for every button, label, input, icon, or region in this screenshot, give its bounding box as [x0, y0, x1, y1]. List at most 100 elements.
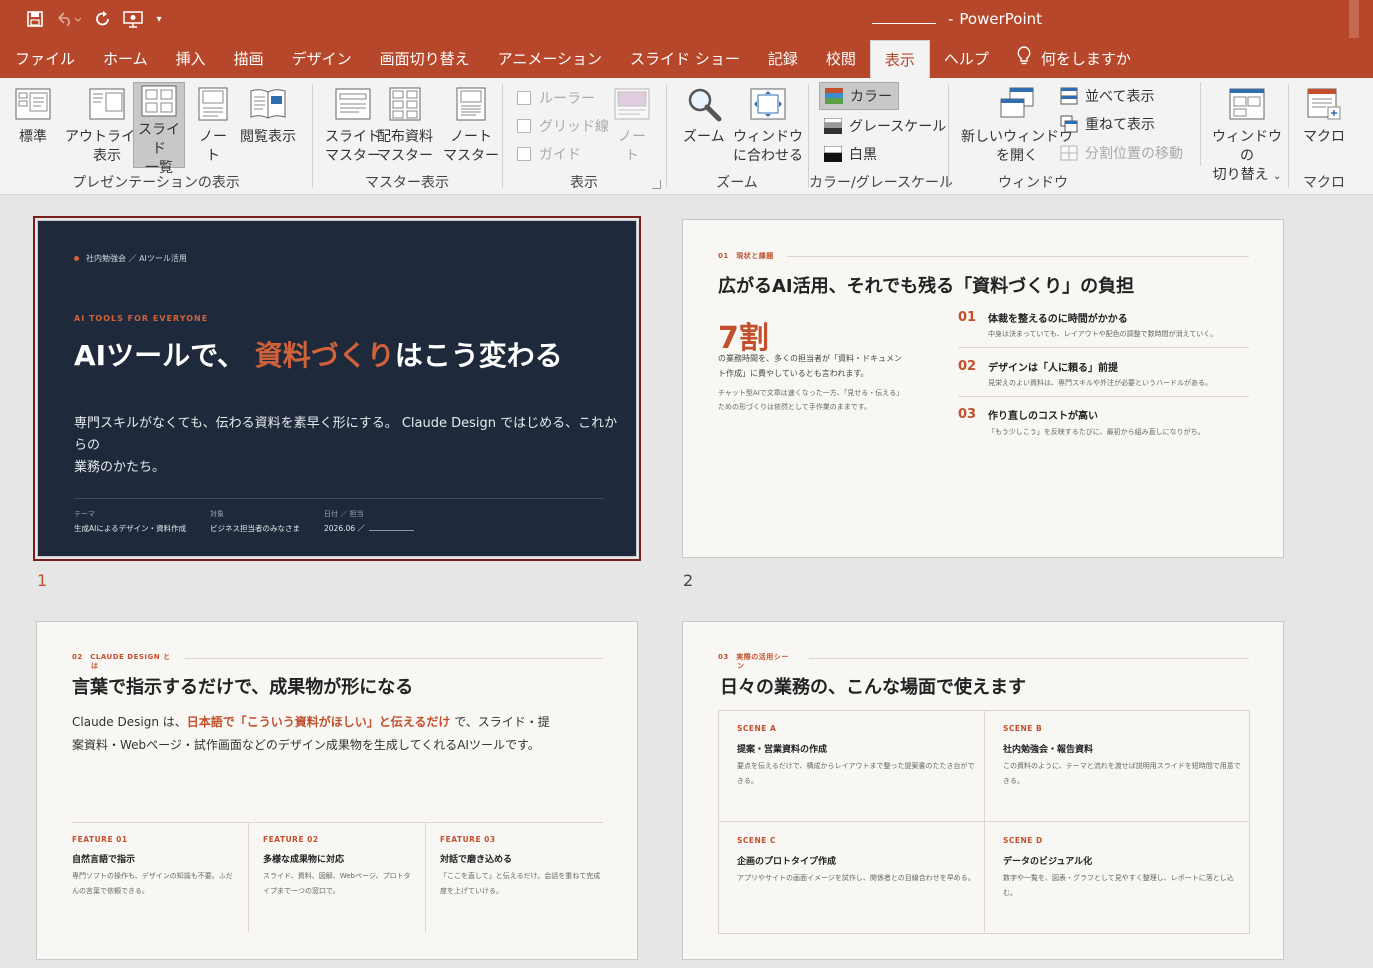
checkbox-box	[517, 119, 531, 133]
stat-sub-1: チャット型AIで文章は速くなった一方、「見せる・伝える」	[718, 389, 904, 397]
feature-desc: 「ここを直して」と伝えるだけ。会話を重ねて完成度を上げていける。	[440, 872, 601, 895]
ruler-checkbox[interactable]: ルーラー	[517, 86, 595, 110]
slide-kicker: 01 現状と課題	[718, 252, 774, 260]
notes-master-button[interactable]: ノート マスター	[441, 82, 501, 168]
scene-kicker: SCENE D	[1003, 836, 1043, 845]
slide-kicker: 02 CLAUDE DESIGN と は	[72, 653, 192, 671]
notes-pane-label-2: ト	[625, 148, 639, 164]
item-title: 作り直しのコストが高い	[988, 411, 1098, 422]
present-from-start-icon[interactable]	[118, 4, 148, 34]
divider	[718, 821, 1250, 822]
repeat-icon[interactable]	[88, 4, 118, 34]
group-zoom: ズーム ウィンドウ に合わせる ズーム	[667, 78, 807, 195]
notes-label-2: ト	[206, 148, 220, 164]
checkbox-box	[517, 91, 531, 105]
arrange-all-icon	[1059, 87, 1079, 105]
divider	[958, 347, 1249, 348]
fit-label-2: に合わせる	[733, 148, 803, 164]
arrange-all-label: 並べて表示	[1085, 89, 1155, 105]
feature-title: 多様な成果物に対応	[263, 855, 345, 865]
fit-to-window-button[interactable]: ウィンドウ に合わせる	[731, 82, 805, 168]
group-label-presentation-views: プレゼンテーションの表示	[72, 175, 240, 191]
kicker-text: 社内勉強会 ／ AIツール活用	[86, 254, 187, 263]
black-white-button[interactable]: 白黒	[823, 142, 877, 166]
tab-draw[interactable]: 描画	[220, 38, 278, 78]
undo-icon[interactable]	[50, 4, 88, 34]
slide-thumbnail-3[interactable]: 02 CLAUDE DESIGN と は 言葉で指示するだけで、成果物が形になる…	[36, 621, 638, 960]
notes-pane-button[interactable]: ノー ト	[611, 82, 653, 168]
ribbon-tabs: ファイル ホーム 挿入 描画 デザイン 画面切り替え アニメーション スライド …	[0, 38, 1373, 78]
group-macros: マクロ マクロ	[1289, 78, 1359, 195]
scene-kicker: SCENE C	[737, 836, 777, 845]
window-title: - PowerPoint	[872, 10, 1042, 28]
notes-page-button[interactable]: ノー ト	[192, 82, 234, 168]
meta-label-theme: テーマ	[74, 510, 95, 518]
save-icon[interactable]	[20, 4, 50, 34]
tab-help[interactable]: ヘルプ	[930, 38, 1003, 78]
tab-home[interactable]: ホーム	[89, 38, 162, 78]
sorter-label-1: スライド	[138, 122, 180, 157]
customize-qat-icon[interactable]: ▾	[148, 4, 170, 34]
divider	[72, 822, 603, 823]
item-desc: 中身は決まっていても、レイアウトや配色の調整で数時間が消えていく。	[988, 330, 1218, 338]
switch-windows-button[interactable]: ウィンドウの 切り替え ⌄	[1207, 82, 1287, 188]
column-divider	[425, 822, 426, 932]
reading-view-button[interactable]: 閲覧表示	[238, 82, 298, 149]
slide-thumbnail-1[interactable]: 社内勉強会 ／ AIツール活用 AI TOOLS FOR EVERYONE AI…	[37, 220, 637, 557]
window-control[interactable]	[1349, 0, 1359, 38]
normal-view-icon	[14, 84, 52, 124]
dialog-launcher-icon[interactable]	[652, 180, 661, 189]
ruler-label: ルーラー	[539, 91, 595, 107]
tab-insert[interactable]: 挿入	[162, 38, 220, 78]
guides-checkbox[interactable]: ガイド	[517, 142, 581, 166]
group-show: ルーラー グリッド線 ガイド ノー ト 表示	[503, 78, 665, 195]
arrange-all-button[interactable]: 並べて表示	[1059, 84, 1154, 108]
tab-animations[interactable]: アニメーション	[484, 38, 616, 78]
handout-master-label-1: 配布資料	[377, 129, 433, 145]
new-window-button[interactable]: 新しいウィンドウ を開く	[959, 82, 1075, 168]
move-split-button[interactable]: 分割位置の移動	[1059, 141, 1183, 165]
stat-text-2: ト作成」に費やしているとも言われます。	[718, 369, 869, 378]
kicker-rule	[809, 658, 1249, 659]
grayscale-button[interactable]: グレースケール	[823, 114, 946, 138]
slide-master-label-1: スライド	[325, 129, 381, 145]
tab-view[interactable]: 表示	[869, 40, 930, 78]
tell-me-search[interactable]: 何をしますか	[1003, 38, 1145, 78]
tab-transitions[interactable]: 画面切り替え	[366, 38, 484, 78]
title-post: はこう変わる	[394, 339, 563, 372]
tab-file[interactable]: ファイル	[0, 38, 89, 78]
macros-button[interactable]: マクロ	[1301, 82, 1347, 149]
scene-desc: 数字や一覧を、図表・グラフとして見やすく整理し、レポートに落とし込む。	[1003, 874, 1234, 897]
slide-thumbnail-2[interactable]: 01 現状と課題 広がるAI活用、それでも残る「資料づくり」の負担 7割 の業務…	[682, 219, 1284, 558]
divider	[74, 498, 604, 499]
signature-blank	[368, 530, 414, 531]
slide-thumbnail-4[interactable]: 03 実際の活用シー ン 日々の業務の、こんな場面で使えます SCENE A 提…	[682, 621, 1284, 960]
color-button[interactable]: カラー	[819, 82, 899, 110]
slide-master-icon	[334, 84, 372, 124]
slide-sorter-button[interactable]: スライド 一覧	[133, 82, 185, 176]
tab-slide-show[interactable]: スライド ショー	[616, 38, 754, 78]
grayscale-icon	[823, 117, 843, 135]
normal-view-button[interactable]: 標準	[12, 82, 54, 149]
scene-desc: 要点を伝えるだけで、構成からレイアウトまで整った提案書のたたき台ができる。	[737, 762, 975, 785]
cascade-button[interactable]: 重ねて表示	[1059, 112, 1155, 136]
feature-kicker: FEATURE 03	[440, 835, 496, 844]
kicker-rule	[787, 256, 1249, 257]
stat-text: の業務時間を、多くの担当者が「資料・ドキュメン ト作成」に費やしているとも言われ…	[718, 351, 943, 381]
meta-value-audience: ビジネス担当者のみなさま	[210, 524, 300, 533]
tab-design[interactable]: デザイン	[278, 38, 366, 78]
slide-body: Claude Design は、日本語で「こういう資料がほしい」と伝えるだけ で…	[72, 711, 557, 757]
item-title: デザインは「人に頼る」前提	[988, 363, 1118, 374]
ribbon-separator	[1200, 82, 1201, 166]
zoom-button[interactable]: ズーム	[681, 82, 727, 149]
feature-title: 対話で磨き込める	[440, 855, 513, 865]
reading-label: 閲覧表示	[240, 129, 296, 145]
switch-windows-label-text: 切り替え	[1212, 167, 1269, 183]
tab-record[interactable]: 記録	[754, 38, 812, 78]
gridlines-checkbox[interactable]: グリッド線	[517, 114, 609, 138]
slide-master-button[interactable]: スライド マスター	[323, 82, 383, 168]
tab-review[interactable]: 校閲	[812, 38, 870, 78]
stat-subtext: チャット型AIで文章は速くなった一方、「見せる・伝える」 ための形づくりは依然と…	[718, 386, 943, 414]
feature-kicker: FEATURE 01	[72, 835, 128, 844]
handout-master-button[interactable]: 配布資料 マスター	[375, 82, 435, 168]
